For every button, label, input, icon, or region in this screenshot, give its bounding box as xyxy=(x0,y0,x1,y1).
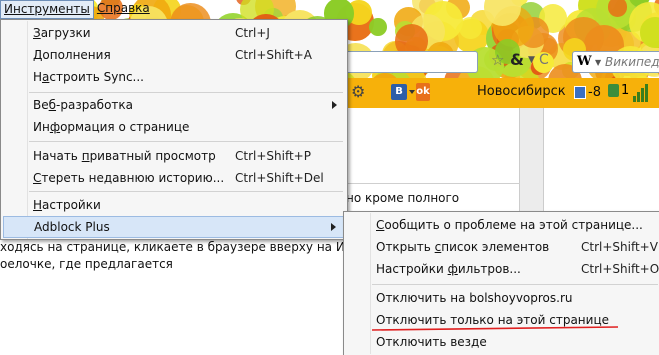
adblock-menu-item[interactable]: Сообщить о проблеме на этой странице... xyxy=(346,214,659,236)
weather-city[interactable]: Новосибирск xyxy=(477,84,566,99)
menu-item-label: Веб-разработка xyxy=(33,98,134,112)
reload-icon[interactable]: C xyxy=(539,52,549,68)
tools-menu: Загрузки Ctrl+J Дополнения Ctrl+Shift+A Наст… xyxy=(0,19,348,240)
search-box[interactable]: W ▼ Википеди xyxy=(572,51,659,73)
menu-bar: Инструменты Справка xyxy=(0,0,153,19)
page-text-line: оелочке, где предлагается xyxy=(0,257,173,271)
menu-item-shortcut: Ctrl+Shift+Del xyxy=(235,171,324,185)
menu-separator xyxy=(29,92,343,93)
search-placeholder: Википеди xyxy=(605,55,659,69)
history-dropdown-icon[interactable]: ▼ xyxy=(528,55,535,65)
adblock-submenu: Сообщить о проблеме на этой странице... О… xyxy=(343,211,659,355)
tools-menu-item[interactable]: Adblock Plus xyxy=(3,216,345,238)
tools-menu-item[interactable]: Стереть недавнюю историю... Ctrl+Shift+De… xyxy=(3,167,345,189)
tools-menu-item[interactable]: Дополнения Ctrl+Shift+A xyxy=(3,44,345,66)
menu-separator xyxy=(29,141,343,142)
signal-icon xyxy=(633,82,653,102)
menu-item-label: Сообщить о проблеме на этой странице... xyxy=(376,218,643,232)
menu-item-label: Дополнения xyxy=(33,48,111,62)
menu-item-label: Adblock Plus xyxy=(34,220,110,234)
menu-item-label: Настройки xyxy=(33,198,101,212)
menu-item-label: Открыть список элементов xyxy=(376,240,550,254)
wikipedia-icon[interactable]: W xyxy=(577,54,592,69)
gear-icon[interactable]: ⚙ xyxy=(351,82,365,101)
menu-separator xyxy=(29,191,343,192)
menu-separator xyxy=(372,284,658,285)
page-text-line: ходясь на странице, кликаете в браузере … xyxy=(0,240,361,254)
tools-menu-item[interactable]: Загрузки Ctrl+J xyxy=(3,22,345,44)
submenu-arrow-icon xyxy=(332,101,337,109)
search-engine-dropdown-icon[interactable]: ▼ xyxy=(595,58,601,67)
submenu-arrow-icon xyxy=(331,223,336,231)
menu-item-label: Информация о странице xyxy=(33,120,190,134)
tools-menu-item[interactable]: Настроить Sync... xyxy=(3,66,345,88)
page-text-line: но кроме полного xyxy=(346,191,460,205)
menu-item-label: Начать приватный просмотр xyxy=(33,149,216,163)
tools-menu-item[interactable]: Веб-разработка xyxy=(3,94,345,116)
adblock-menu-item[interactable]: Отключить на bolshoyvopros.ru xyxy=(346,287,659,309)
weather-icon xyxy=(574,85,586,99)
tools-menu-item[interactable]: Начать приватный просмотр Ctrl+Shift+P xyxy=(3,145,345,167)
menu-item-shortcut: Ctrl+Shift+A xyxy=(235,48,312,62)
tools-menu-item[interactable]: Информация о странице xyxy=(3,116,345,138)
menu-item-label: Стереть недавнюю историю... xyxy=(33,171,225,185)
adblock-menu-item[interactable]: Отключить везде xyxy=(346,331,659,353)
menu-item-shortcut: Ctrl+Shift+O xyxy=(581,262,659,276)
menu-help[interactable]: Справка xyxy=(94,0,153,19)
adblock-menu-item[interactable]: Настройки фильтров... Ctrl+Shift+O xyxy=(346,258,659,280)
tools-menu-item[interactable]: Настройки xyxy=(3,194,345,216)
menu-item-label: Настроить Sync... xyxy=(33,70,144,84)
menu-item-shortcut: Ctrl+J xyxy=(235,26,270,40)
address-bar[interactable] xyxy=(343,51,478,73)
red-underline-annotation xyxy=(371,326,619,331)
bookmark-star-icon[interactable]: ☆ xyxy=(491,51,504,69)
menu-item-shortcut: Ctrl+Shift+V xyxy=(581,240,658,254)
notifications-count[interactable]: 1 xyxy=(608,83,629,98)
navigation-toolbar: ☆ & ▼ C W ▼ Википеди xyxy=(343,48,659,76)
notification-icon xyxy=(608,84,619,97)
menu-item-label: Настройки фильтров... xyxy=(376,262,521,276)
vk-icon[interactable]: B xyxy=(391,84,415,100)
adblock-menu-item[interactable]: Открыть список элементов Ctrl+Shift+V xyxy=(346,236,659,258)
menu-item-label: Отключить везде xyxy=(376,335,487,349)
weather-temperature[interactable]: -8 xyxy=(574,83,601,101)
bookmarks-toolbar: ⚙ B ok Новосибирск -8 1 xyxy=(343,78,659,108)
menu-tools[interactable]: Инструменты xyxy=(0,0,94,19)
menu-item-label: Загрузки xyxy=(33,26,91,40)
menu-item-label: Отключить на bolshoyvopros.ru xyxy=(376,291,573,305)
odnoklassniki-icon[interactable]: ok xyxy=(416,83,430,101)
menu-item-shortcut: Ctrl+Shift+P xyxy=(235,149,311,163)
ampersand-icon[interactable]: & xyxy=(510,50,524,69)
